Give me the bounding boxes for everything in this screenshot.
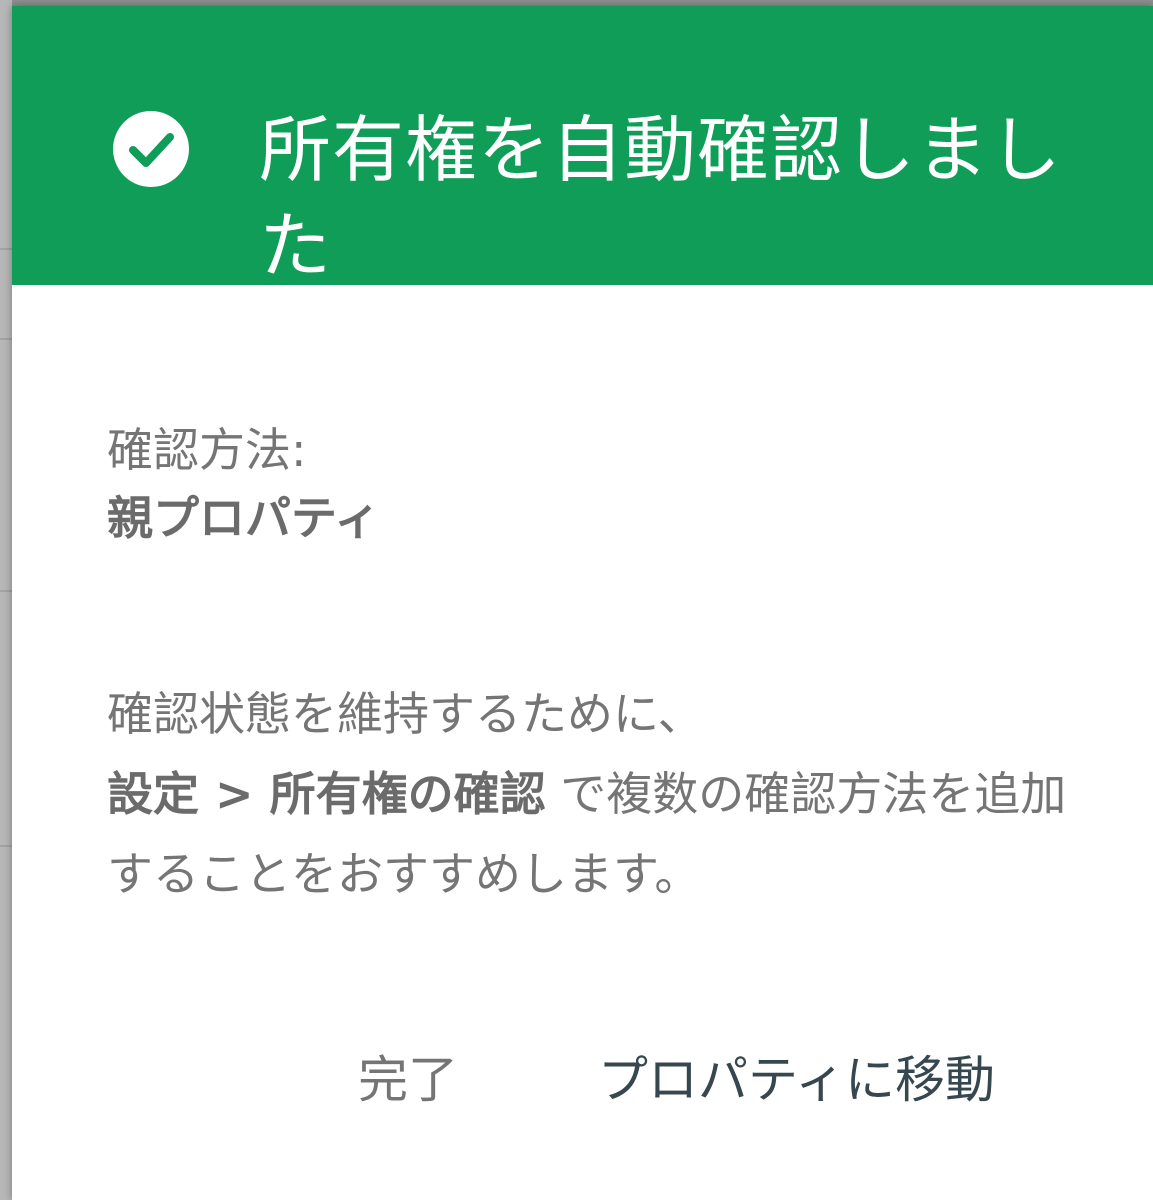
backdrop-strip — [0, 0, 12, 1200]
dialog-actions: 完了 プロパティに移動 — [12, 1044, 1153, 1124]
backdrop-divider — [0, 590, 12, 592]
dialog-title: 所有権を自動確認しました — [259, 108, 1063, 288]
done-button[interactable]: 完了 — [358, 1044, 458, 1116]
dialog-header: 所有権を自動確認しました — [12, 6, 1153, 288]
dialog-body: 確認方法: 親プロパティ 確認状態を維持するために、 設定 > 所有権の確認 で… — [107, 416, 1087, 914]
go-to-property-button[interactable]: プロパティに移動 — [598, 1044, 995, 1116]
backdrop-divider — [0, 248, 12, 250]
backdrop-divider — [0, 338, 12, 340]
method-value: 親プロパティ — [107, 491, 381, 545]
settings-path: 設定 > 所有権の確認 — [107, 767, 546, 821]
backdrop-divider — [0, 845, 12, 847]
recommend-text: 確認状態を維持するために、 設定 > 所有権の確認 で複数の確認方法を追加するこ… — [107, 674, 1087, 914]
check-circle-icon — [113, 111, 189, 187]
recommend-line1: 確認状態を維持するために、 — [107, 687, 704, 741]
method-label: 確認方法: — [107, 423, 307, 477]
verification-dialog: 所有権を自動確認しました 確認方法: 親プロパティ 確認状態を維持するために、 … — [12, 6, 1153, 1200]
